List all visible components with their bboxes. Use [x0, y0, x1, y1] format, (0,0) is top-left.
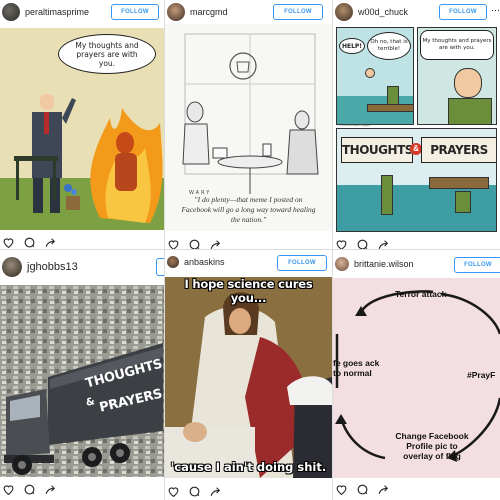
post-image[interactable]: I hope science cures you... 'cause I ain… [165, 277, 332, 478]
follow-button[interactable]: FOLLOW [454, 257, 500, 273]
heart-icon[interactable] [167, 485, 180, 498]
post-peraltimasprime: peraltimasprime FOLLOW My thoughts and p… [0, 0, 165, 250]
comment-icon[interactable] [23, 236, 36, 249]
meme-top-text: I hope science cures you... [184, 277, 313, 305]
share-icon[interactable] [44, 483, 57, 496]
username[interactable]: peraltimasprime [25, 7, 89, 17]
thoughts-sign: THOUGHTS [341, 137, 413, 163]
username[interactable]: marcgmd [190, 7, 228, 17]
avatar[interactable] [167, 3, 185, 21]
garbage-truck-image [0, 285, 165, 477]
post-header: brittanie.wilson FOLLOW [333, 252, 500, 276]
heart-icon[interactable] [2, 236, 15, 249]
post-header: marcgmd FOLLOW [165, 0, 332, 24]
speech-bubble: My thoughts and prayers are with you. [58, 34, 156, 74]
comment-icon[interactable] [23, 483, 36, 496]
post-actions [0, 479, 165, 499]
username[interactable]: jghobbs13 [27, 261, 78, 273]
post-actions [0, 232, 165, 250]
cycle-step-facebook: Change Facebook Profile pic to overlay o… [395, 431, 469, 461]
cycle-step-pray: #PrayF [467, 370, 496, 380]
comic-panel-3: THOUGHTS & PRAYERS [336, 128, 497, 232]
post-header: w00d_chuck FOLLOW ⋯ [333, 0, 500, 24]
oh-no-bubble: Oh no, that is terrible! [367, 32, 411, 60]
more-options-icon[interactable]: ⋯ [491, 5, 500, 16]
username[interactable]: w00d_chuck [358, 7, 408, 17]
avatar[interactable] [2, 3, 20, 21]
grid-divider [0, 249, 500, 250]
post-image[interactable]: THOUGHTS & PRAYERS [0, 285, 165, 477]
grid-divider [332, 0, 333, 500]
post-actions [333, 234, 500, 250]
post-image[interactable]: My thoughts and prayers are with you. [0, 28, 165, 230]
truck-text-amp: & [84, 396, 96, 409]
post-image[interactable]: Terror attack #PrayF Change Facebook Pro… [333, 278, 500, 478]
post-actions [333, 479, 500, 499]
post-actions [165, 234, 332, 250]
follow-button[interactable]: FOLLOW [273, 4, 323, 20]
comment-icon[interactable] [188, 485, 201, 498]
comic-panel-2: My thoughts and prayers are with you. [417, 27, 497, 125]
comic-panel-1: HELP! Oh no, that is terrible! [336, 27, 414, 125]
comic-credit: © 2016 Kristian Nygård [339, 123, 371, 127]
follow-button[interactable]: FOLLOW [439, 4, 487, 20]
heart-icon[interactable] [2, 483, 15, 496]
post-jghobbs13: jghobbs13 THOUGHTS & PRAYERS [0, 250, 165, 500]
avatar[interactable] [335, 257, 349, 271]
post-header: jghobbs13 [0, 254, 165, 280]
post-anbaskins: anbaskins FOLLOW I hope science cures yo… [165, 250, 332, 500]
prayers-sign: PRAYERS [421, 137, 496, 163]
post-brittanie-wilson: brittanie.wilson FOLLOW Terror attack #P… [333, 250, 500, 500]
share-icon[interactable] [44, 236, 57, 249]
cycle-step-terror: Terror attack [395, 289, 447, 299]
username[interactable]: anbaskins [184, 257, 225, 267]
share-icon[interactable] [209, 485, 222, 498]
grid-divider [164, 0, 165, 500]
post-header: peraltimasprime FOLLOW [0, 0, 165, 24]
follow-button[interactable]: FOLLOW [111, 4, 159, 20]
post-marcgmd: marcgmd FOLLOW "I do plenty—that meme I … [165, 0, 332, 250]
thoughts-bubble: My thoughts and prayers are with you. [420, 30, 494, 60]
avatar[interactable] [335, 3, 353, 21]
meme-bottom-text: 'cause I ain't doing shit. [170, 460, 327, 474]
avatar[interactable] [167, 256, 179, 268]
cartoon-caption: "I do plenty—that meme I posted on Faceb… [181, 195, 316, 224]
post-actions [165, 481, 332, 500]
cartoon-signature: WARY [189, 190, 212, 196]
comment-icon[interactable] [356, 483, 369, 496]
heart-icon[interactable] [335, 483, 348, 496]
post-image[interactable]: "I do plenty—that meme I posted on Faceb… [165, 24, 332, 231]
avatar[interactable] [2, 257, 22, 277]
follow-button[interactable]: FOLLOW [277, 255, 327, 271]
post-w00d_chuck: w00d_chuck FOLLOW ⋯ HELP! Oh no, that is… [333, 0, 500, 250]
help-bubble: HELP! [339, 38, 365, 54]
cycle-step-normal: fe goes ack to normal [333, 358, 380, 378]
post-image[interactable]: HELP! Oh no, that is terrible! My though… [333, 24, 500, 233]
share-icon[interactable] [377, 483, 390, 496]
jesus-nun-painting-image [165, 277, 332, 478]
username[interactable]: brittanie.wilson [354, 259, 414, 269]
post-header: anbaskins FOLLOW [165, 250, 332, 274]
